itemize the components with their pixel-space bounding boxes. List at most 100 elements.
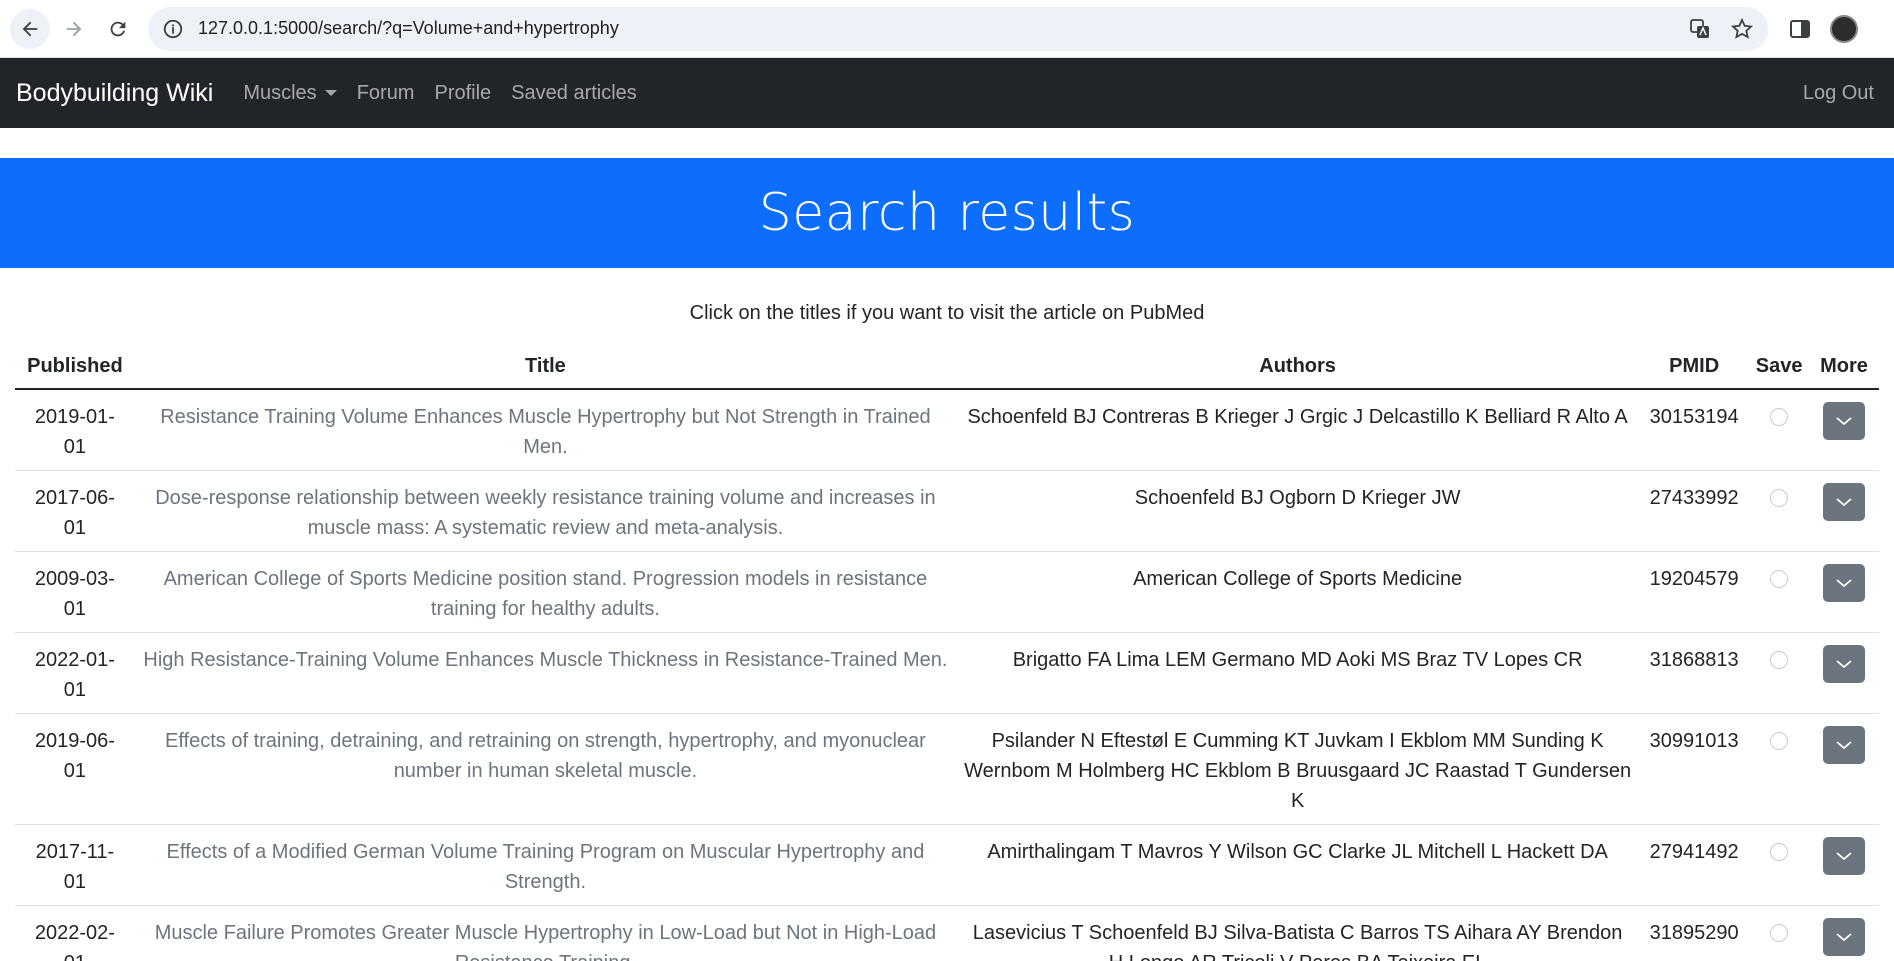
article-authors: Schoenfeld BJ Ogborn D Krieger JW [956, 470, 1640, 552]
more-cell [1809, 824, 1879, 906]
browser-toolbar: 127.0.0.1:5000/search/?q=Volume+and+hype… [0, 0, 1894, 58]
address-bar[interactable]: 127.0.0.1:5000/search/?q=Volume+and+hype… [148, 6, 1768, 51]
article-authors: Brigatto FA Lima LEM Germano MD Aoki MS … [956, 632, 1640, 714]
reload-button[interactable] [98, 9, 138, 49]
article-authors: American College of Sports Medicine [956, 551, 1640, 633]
nav-muscles-dropdown[interactable]: Muscles [243, 81, 337, 105]
save-cell [1749, 824, 1810, 906]
instruction-text: Click on the titles if you want to visit… [689, 302, 1205, 324]
save-radio[interactable] [1770, 651, 1789, 669]
page-title: Search results [758, 183, 1136, 243]
save-cell [1749, 470, 1810, 552]
nav-forum[interactable]: Forum [357, 82, 415, 105]
article-pmid: 27433992 [1639, 470, 1750, 552]
table-row: 2022-01- 01 High Resistance-Training Volu… [15, 632, 1879, 714]
hero-banner: Search results [0, 158, 1894, 268]
more-cell [1809, 632, 1879, 714]
article-title-link[interactable]: Effects of a Modified German Volume Trai… [134, 824, 957, 906]
article-authors: Psilander N Eftestøl E Cumming KT Juvkam… [956, 713, 1640, 825]
arrow-right-icon [66, 21, 82, 36]
more-cell [1809, 470, 1879, 552]
save-cell [1749, 389, 1810, 471]
published-date: 2019-01- 01 [15, 389, 135, 471]
table-row: 2017-11- 01 Effects of a Modified German … [15, 824, 1879, 906]
nav-muscles-label: Muscles [243, 81, 317, 104]
header-title: Title [134, 345, 957, 390]
save-radio[interactable] [1770, 489, 1789, 507]
arrow-left-icon [22, 21, 38, 36]
save-cell [1749, 713, 1810, 825]
table-row: 2019-06- 01 Effects of training, detraini… [15, 713, 1879, 825]
more-cell [1809, 905, 1879, 961]
save-radio[interactable] [1770, 570, 1789, 588]
chevron-down-icon [1836, 660, 1852, 669]
published-date: 2019-06- 01 [15, 713, 135, 825]
chevron-down-icon [1836, 741, 1852, 750]
chevron-down-icon [1836, 417, 1852, 426]
published-date: 2017-11- 01 [15, 824, 135, 906]
header-save: Save [1749, 345, 1810, 390]
more-button[interactable] [1823, 726, 1866, 764]
table-row: 2017-06- 01 Dose-response relationship be… [15, 470, 1879, 552]
chevron-down-icon [1836, 852, 1852, 861]
profile-avatar[interactable] [1830, 14, 1858, 43]
more-button[interactable] [1823, 645, 1866, 683]
nav-saved-articles[interactable]: Saved articles [511, 82, 637, 105]
article-title-link[interactable]: Resistance Training Volume Enhances Musc… [134, 389, 957, 471]
published-date: 2017-06- 01 [15, 470, 135, 552]
save-cell [1749, 551, 1810, 633]
save-radio[interactable] [1770, 408, 1789, 426]
table-row: 2022-02-01 Muscle Failure Promotes Great… [15, 905, 1879, 961]
article-title-link[interactable]: Dose-response relationship between weekl… [134, 470, 957, 552]
more-cell [1809, 389, 1879, 471]
more-cell [1809, 713, 1879, 825]
header-authors: Authors [956, 345, 1640, 390]
more-button[interactable] [1823, 837, 1866, 875]
forward-button[interactable] [54, 9, 94, 49]
published-date: 2022-02-01 [15, 905, 135, 961]
logout-link[interactable]: Log Out [1803, 82, 1874, 105]
article-pmid: 31868813 [1639, 632, 1750, 714]
article-pmid: 31895290 [1639, 905, 1750, 961]
url-text[interactable]: 127.0.0.1:5000/search/?q=Volume+and+hype… [198, 18, 1688, 39]
site-info-icon[interactable] [162, 18, 184, 40]
table-header-row: Published Title Authors PMID Save More [15, 345, 1879, 390]
brand-link[interactable]: Bodybuilding Wiki [16, 79, 213, 108]
back-button[interactable] [10, 8, 50, 49]
save-radio[interactable] [1770, 843, 1789, 861]
header-pmid: PMID [1639, 345, 1750, 390]
article-pmid: 30991013 [1639, 713, 1750, 825]
table-row: 2019-01- 01 Resistance Training Volume En… [15, 389, 1879, 471]
save-cell [1749, 632, 1810, 714]
more-button[interactable] [1823, 564, 1866, 602]
translate-icon[interactable] [1688, 17, 1712, 41]
more-button[interactable] [1823, 402, 1866, 440]
article-pmid: 19204579 [1639, 551, 1750, 633]
chevron-down-icon [1836, 498, 1852, 507]
nav-profile[interactable]: Profile [434, 82, 491, 105]
main-navbar: Bodybuilding Wiki Muscles Forum Profile … [0, 58, 1894, 128]
header-more: More [1809, 345, 1879, 390]
published-date: 2009-03- 01 [15, 551, 135, 633]
article-title-link[interactable]: American College of Sports Medicine posi… [134, 551, 957, 633]
reload-icon [110, 21, 126, 36]
side-panel-icon[interactable] [1788, 17, 1812, 41]
table-row: 2009-03- 01 American College of Sports Me… [15, 551, 1879, 633]
more-button[interactable] [1823, 918, 1866, 956]
more-cell [1809, 551, 1879, 633]
star-icon[interactable] [1730, 17, 1754, 41]
article-title-link[interactable]: High Resistance-Training Volume Enhances… [134, 632, 957, 714]
article-authors: Amirthalingam T Mavros Y Wilson GC Clark… [956, 824, 1640, 906]
save-cell [1749, 905, 1810, 961]
save-radio[interactable] [1770, 924, 1789, 942]
article-title-link[interactable]: Effects of training, detraining, and ret… [134, 713, 957, 825]
article-authors: Schoenfeld BJ Contreras B Krieger J Grgi… [956, 389, 1640, 471]
save-radio[interactable] [1770, 732, 1789, 750]
article-title-link[interactable]: Muscle Failure Promotes Greater Muscle H… [134, 905, 957, 961]
chevron-down-icon [1836, 579, 1852, 588]
more-button[interactable] [1823, 483, 1866, 521]
article-pmid: 30153194 [1639, 389, 1750, 471]
chevron-down-icon [1836, 933, 1852, 942]
header-published: Published [15, 345, 135, 390]
results-table: Published Title Authors PMID Save More 2… [15, 345, 1879, 961]
